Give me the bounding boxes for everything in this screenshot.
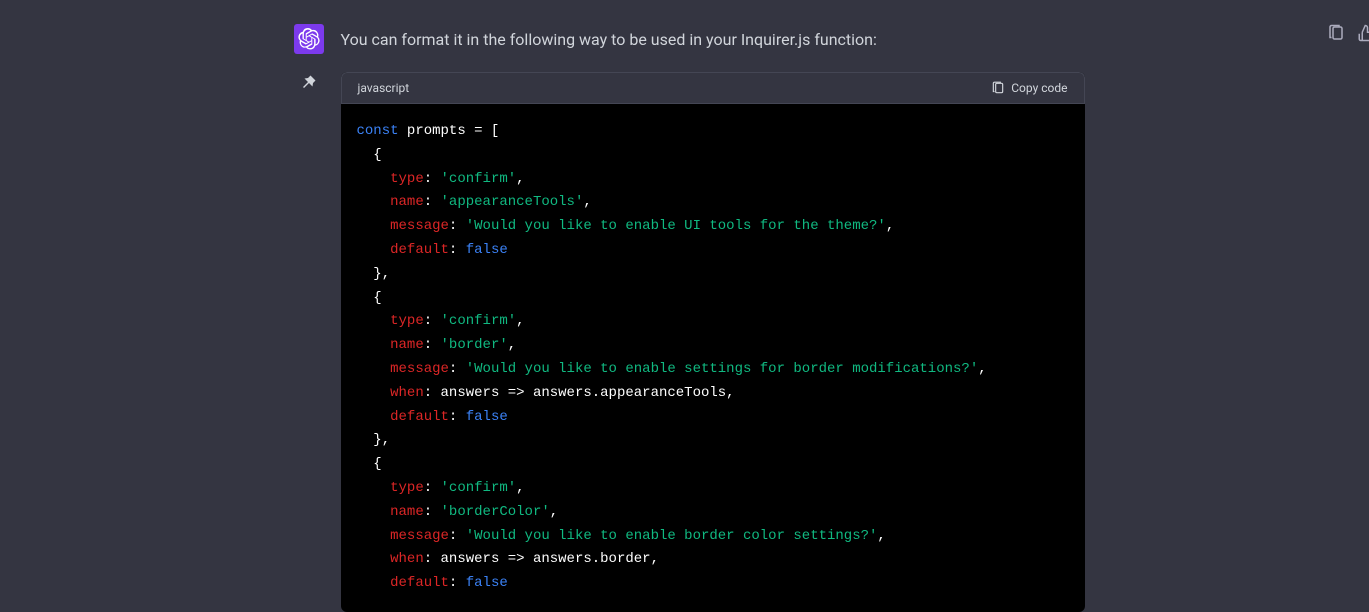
thumbs-up-icon	[1357, 24, 1369, 42]
copy-message-button[interactable]	[1327, 24, 1345, 46]
message-actions	[1327, 24, 1369, 46]
assistant-avatar	[294, 24, 324, 54]
code-block: javascript Copy code const prompts = [ {…	[341, 72, 1085, 612]
copy-code-button[interactable]: Copy code	[991, 81, 1067, 95]
message-content: You can format it in the following way t…	[333, 24, 1085, 612]
avatar-column	[285, 24, 333, 612]
clipboard-icon	[991, 81, 1005, 95]
copy-code-label: Copy code	[1011, 81, 1067, 95]
message-text: You can format it in the following way t…	[341, 28, 1085, 52]
clipboard-icon	[1327, 24, 1345, 42]
assistant-message-row: You can format it in the following way t…	[285, 0, 1085, 612]
pin-icon[interactable]	[301, 74, 317, 90]
code-header: javascript Copy code	[341, 72, 1085, 104]
code-body[interactable]: const prompts = [ { type: 'confirm', nam…	[341, 104, 1085, 612]
openai-logo-icon	[298, 28, 320, 50]
thumbs-up-button[interactable]	[1357, 24, 1369, 46]
code-language-label: javascript	[358, 81, 410, 95]
